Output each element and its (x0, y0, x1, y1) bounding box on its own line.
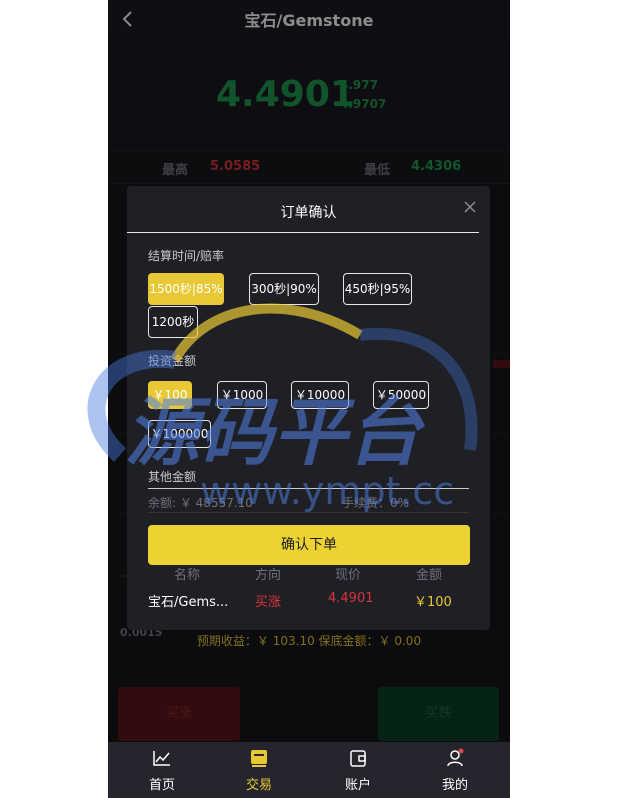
balance-row: 余额: ￥ 48557.10 手续费：0% (148, 494, 469, 511)
amount-option-10000[interactable]: ￥10000 (291, 381, 349, 409)
tab-mine-label: 我的 (441, 778, 468, 793)
info-header-amount: 金额 (416, 568, 443, 583)
balance-divider (148, 512, 469, 513)
tab-home[interactable]: 首页 (112, 742, 212, 798)
time-option-300[interactable]: 300秒|90% (249, 273, 319, 305)
investment-amount-label: 投资金额 (148, 354, 197, 368)
trade-card-icon (251, 750, 267, 767)
other-amount-label: 其他金额 (148, 470, 197, 484)
tab-trade[interactable]: 交易 (209, 742, 309, 798)
balance-text: 余额: ￥ 48557.10 (148, 496, 253, 510)
amount-option-100000[interactable]: ￥100000 (148, 420, 211, 448)
settlement-time-label: 结算时间/赔率 (148, 249, 225, 263)
confirm-order-button[interactable]: 确认下单 (148, 525, 470, 565)
tab-account-label: 账户 (344, 778, 371, 793)
phone-screen: 宝石/Gemstone 4.4901 4.977 4.9707 最高 5.058… (108, 0, 510, 798)
tab-mine[interactable]: 我的 (405, 742, 505, 798)
tab-account[interactable]: 账户 (308, 742, 408, 798)
other-amount-input[interactable] (148, 488, 469, 489)
amount-option-1000[interactable]: ￥1000 (217, 381, 267, 409)
tab-trade-label: 交易 (245, 778, 272, 793)
close-icon[interactable] (461, 198, 479, 216)
chart-line-icon (153, 751, 170, 766)
info-value-direction: 买涨 (255, 595, 282, 610)
user-icon (447, 748, 464, 767)
tab-home-label: 首页 (148, 778, 175, 793)
bottom-tab-bar: 首页 交易 账户 我的 (108, 742, 510, 798)
title-divider (127, 232, 479, 233)
info-header-price: 现价 (335, 568, 362, 583)
time-option-450[interactable]: 450秒|95% (343, 273, 412, 305)
time-option-1200[interactable]: 1200秒 (148, 306, 198, 338)
info-header-direction: 方向 (255, 568, 282, 583)
info-value-name: 宝石/Gems... (148, 595, 229, 610)
order-confirm-modal: 订单确认 结算时间/赔率 1500秒|85% 300秒|90% 450秒|95%… (127, 186, 490, 630)
amount-option-50000[interactable]: ￥50000 (373, 381, 429, 409)
info-header-name: 名称 (174, 568, 201, 583)
wallet-icon (350, 750, 366, 767)
modal-title: 订单确认 (280, 205, 337, 221)
time-option-1500[interactable]: 1500秒|85% (148, 273, 224, 305)
fee-text: 手续费：0% (342, 496, 410, 510)
info-value-amount: ￥100 (414, 595, 452, 610)
amount-option-100[interactable]: ￥100 (148, 381, 192, 409)
info-value-price: 4.4901 (328, 591, 374, 606)
